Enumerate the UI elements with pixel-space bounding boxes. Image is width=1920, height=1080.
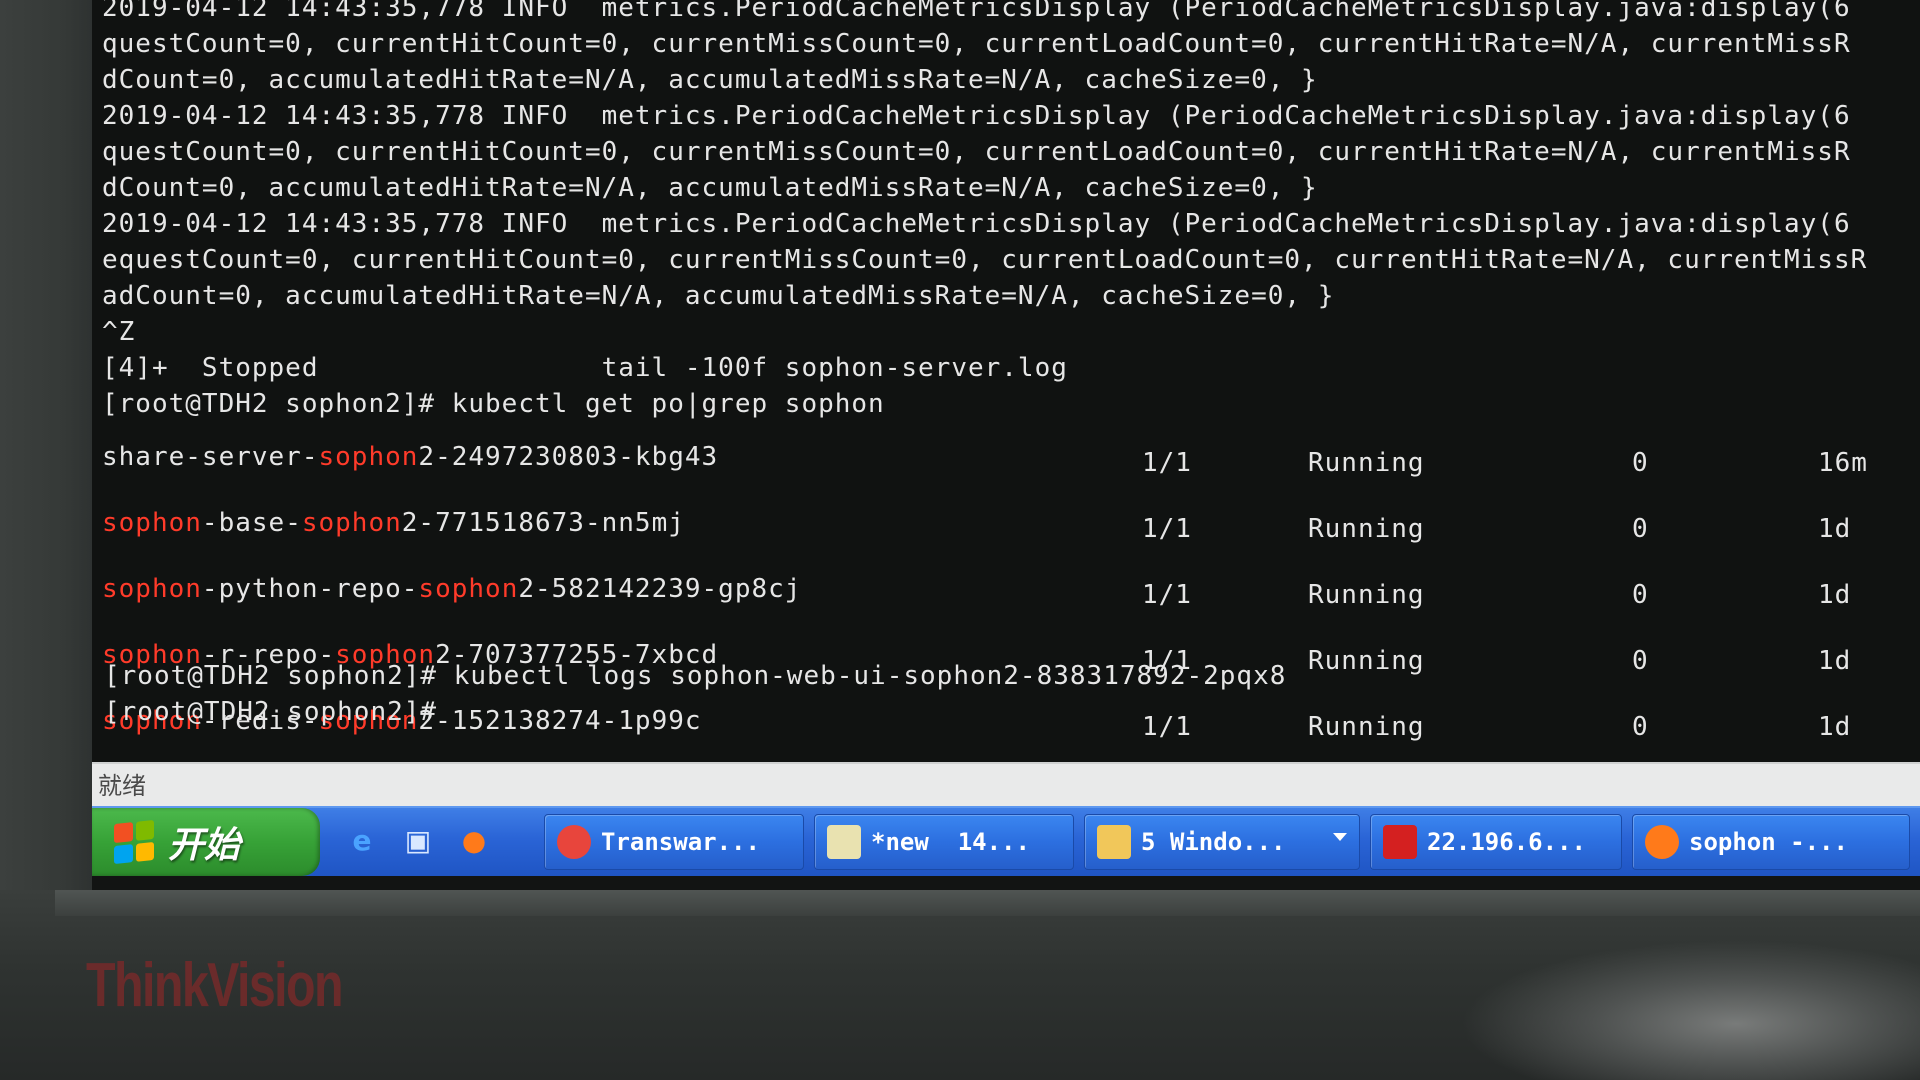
quick-launch: e ▣ ● — [342, 820, 494, 860]
firefox-icon — [1645, 825, 1679, 859]
start-label: 开始 — [168, 825, 241, 866]
pod-age: 1d — [1818, 712, 1852, 742]
pod-name-part: 2-2497230803-kbg43 — [418, 442, 719, 472]
pod-age: 1d — [1818, 514, 1852, 544]
pod-restarts: 0 — [1632, 580, 1649, 610]
terminal-line: questCount=0, currentHitCount=0, current… — [102, 137, 1851, 167]
taskbar-button[interactable]: sophon -... — [1632, 814, 1910, 870]
pod-status: Running — [1308, 712, 1425, 742]
taskbar-button-label: Transwar... — [601, 828, 760, 856]
taskbar-button[interactable]: 22.196.6... — [1370, 814, 1622, 870]
pod-name-highlight: sophon — [102, 574, 202, 604]
terminal-window[interactable]: 2019-04-12 14:43:35,778 INFO metrics.Per… — [92, 0, 1920, 762]
pod-name-part: 2-771518673-nn5mj — [401, 508, 685, 538]
taskbar-button[interactable]: *new 14... — [814, 814, 1074, 870]
firefox-icon[interactable]: ● — [454, 820, 494, 860]
pod-name-highlight: sophon — [102, 508, 202, 538]
brand-logo: ThinkVision — [86, 951, 344, 1020]
terminal-line: 2019-04-12 14:43:35,778 INFO metrics.Per… — [102, 0, 1851, 23]
chrome-icon — [557, 825, 591, 859]
pod-row: sophon-base-sophon2-771518673-nn5mj 1/1 Ru… — [102, 508, 1912, 544]
status-text: 就绪 — [98, 772, 146, 800]
pod-name-part: -python-repo- — [201, 574, 419, 604]
pod-age: 16m — [1818, 448, 1868, 478]
pod-list: share-server-sophon2-2497230803-kbg43 1/1… — [102, 442, 1912, 742]
taskbar-button-label: 5 Windo... — [1141, 828, 1286, 856]
terminal-line: [4]+ Stopped tail -100f sophon-server.lo… — [102, 353, 1068, 383]
pod-restarts: 0 — [1632, 646, 1649, 676]
folder-icon — [1097, 825, 1131, 859]
terminal-line: [root@TDH2 sophon2]# kubectl get po|grep… — [102, 389, 885, 419]
taskbar-button[interactable]: Transwar... — [544, 814, 804, 870]
taskbar-button-label: sophon -... — [1689, 828, 1848, 856]
photo-of-monitor: 2019-04-12 14:43:35,778 INFO metrics.Per… — [0, 0, 1920, 1080]
pod-name[interactable]: share-server-sophon2-2497230803-kbg43 — [102, 442, 718, 472]
pod-status: Running — [1308, 448, 1425, 478]
desk-reflection — [1460, 940, 1920, 1080]
pod-name-highlight: sophon — [418, 574, 519, 604]
pod-name[interactable]: sophon-python-repo-sophon2-582142239-gp8… — [102, 574, 801, 604]
pod-restarts: 0 — [1632, 712, 1649, 742]
monitor-bezel-left — [0, 0, 92, 900]
terminal-prompt-area[interactable]: [root@TDH2 sophon2]# kubectl logs sophon… — [104, 658, 1286, 730]
windows-logo-icon — [114, 819, 154, 865]
terminal-line: adCount=0, accumulatedHitRate=N/A, accum… — [102, 281, 1335, 311]
pod-status: Running — [1308, 580, 1425, 610]
pod-row: share-server-sophon2-2497230803-kbg43 1/1… — [102, 442, 1912, 478]
pod-ready: 1/1 — [1142, 514, 1192, 544]
pod-age: 1d — [1818, 580, 1852, 610]
pod-status: Running — [1308, 514, 1425, 544]
pod-row: sophon-python-repo-sophon2-582142239-gp8… — [102, 574, 1912, 610]
pod-ready: 1/1 — [1142, 580, 1192, 610]
show-desktop-icon[interactable]: ▣ — [398, 820, 438, 860]
pod-restarts: 0 — [1632, 448, 1649, 478]
pod-age: 1d — [1818, 646, 1852, 676]
terminal-line: 2019-04-12 14:43:35,778 INFO metrics.Per… — [102, 101, 1851, 131]
pod-status: Running — [1308, 646, 1425, 676]
terminal-line: equestCount=0, currentHitCount=0, curren… — [102, 245, 1868, 275]
taskbar-button-label: *new 14... — [871, 828, 1030, 856]
terminal-line: 2019-04-12 14:43:35,778 INFO metrics.Per… — [102, 209, 1851, 239]
chevron-down-icon — [1333, 833, 1347, 841]
monitor-screen: 2019-04-12 14:43:35,778 INFO metrics.Per… — [92, 0, 1920, 905]
pod-name-part: -base- — [201, 508, 302, 538]
pod-restarts: 0 — [1632, 514, 1649, 544]
pod-name-part: share-server- — [102, 442, 319, 472]
terminal-output: 2019-04-12 14:43:35,778 INFO metrics.Per… — [102, 0, 1920, 422]
pod-name-highlight: sophon — [318, 442, 419, 472]
terminal-line: dCount=0, accumulatedHitRate=N/A, accumu… — [102, 65, 1318, 95]
ie-icon[interactable]: e — [342, 820, 382, 860]
terminal-line: ^Z — [102, 317, 136, 347]
monitor-bezel-lip — [55, 890, 1920, 916]
pod-ready: 1/1 — [1142, 448, 1192, 478]
pod-name-highlight: sophon — [301, 508, 402, 538]
taskbar: 开始 e ▣ ● Transwar... *new 14... 5 Windo... 22… — [92, 806, 1920, 876]
terminal-line: questCount=0, currentHitCount=0, current… — [102, 29, 1851, 59]
filezilla-icon — [1383, 825, 1417, 859]
taskbar-button-label: 22.196.6... — [1427, 828, 1586, 856]
shell-prompt: [root@TDH2 sophon2]# — [104, 697, 438, 727]
start-button[interactable]: 开始 — [92, 808, 320, 876]
taskbar-button[interactable]: 5 Windo... — [1084, 814, 1360, 870]
status-bar: 就绪 — [92, 762, 1920, 806]
pod-name-part: 2-582142239-gp8cj — [518, 574, 802, 604]
pod-name[interactable]: sophon-base-sophon2-771518673-nn5mj — [102, 508, 685, 538]
terminal-line: [root@TDH2 sophon2]# kubectl logs sophon… — [104, 661, 1287, 691]
terminal-line: dCount=0, accumulatedHitRate=N/A, accumu… — [102, 173, 1318, 203]
notepad-icon — [827, 825, 861, 859]
